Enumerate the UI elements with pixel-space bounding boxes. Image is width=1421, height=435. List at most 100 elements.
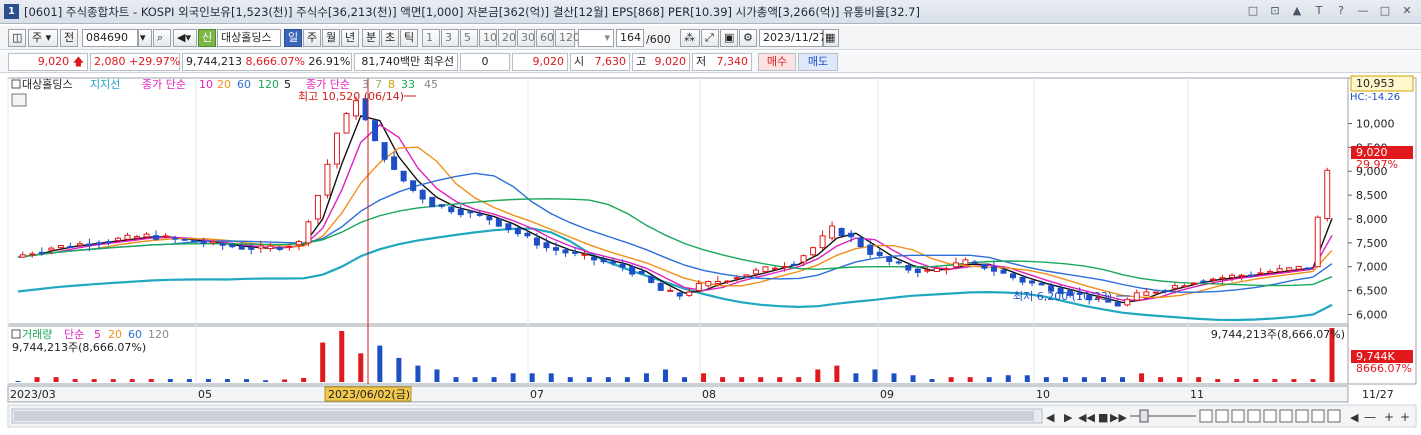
- hc-label: HC:-14.26: [1350, 92, 1400, 103]
- chart-area[interactable]: 10,0009,5009,0008,5008,0007,5007,0006,50…: [0, 74, 1421, 432]
- scroll-left-icon[interactable]: ◀: [1046, 411, 1055, 424]
- candle-body: [1133, 292, 1140, 301]
- code-input[interactable]: 084690: [82, 29, 138, 47]
- fast-forward-icon[interactable]: ▶▶: [1110, 411, 1127, 424]
- volume-bar: [586, 377, 592, 382]
- buy-button[interactable]: 매수: [758, 53, 796, 71]
- interval-custom-select[interactable]: ▾: [578, 29, 614, 47]
- maximize-icon[interactable]: □: [1377, 3, 1393, 19]
- interval-30[interactable]: 30: [517, 29, 535, 47]
- stop-icon[interactable]: ■: [1098, 411, 1108, 424]
- search-icon[interactable]: ⌕: [153, 29, 171, 47]
- period-type-select[interactable]: 주 ▾: [28, 29, 58, 47]
- interval-60[interactable]: 60: [536, 29, 554, 47]
- interval-1[interactable]: 1: [422, 29, 440, 47]
- period-year[interactable]: 년: [341, 29, 359, 47]
- table-icon[interactable]: [11, 93, 27, 107]
- view-tool-icon[interactable]: [1199, 409, 1213, 423]
- period-day[interactable]: 일: [284, 29, 302, 47]
- legend-stock: 대상홀딩스: [22, 78, 73, 91]
- interval-120[interactable]: 120: [555, 29, 580, 47]
- period-week[interactable]: 주: [303, 29, 321, 47]
- zoom-in-icon[interactable]: +: [1400, 410, 1410, 424]
- help-icon[interactable]: ?: [1333, 3, 1349, 19]
- volume-bar: [1081, 377, 1087, 382]
- volume-pane[interactable]: [7, 325, 1349, 385]
- settings-gear-icon[interactable]: ⚙: [739, 29, 757, 47]
- close-icon[interactable]: ✕: [1399, 3, 1415, 19]
- count-input[interactable]: 164: [616, 29, 644, 47]
- volume-ma20: 20: [108, 328, 122, 341]
- scope-button[interactable]: 전: [60, 29, 78, 47]
- view-tool-icon[interactable]: [1247, 409, 1261, 423]
- period-tick[interactable]: 틱: [400, 29, 418, 47]
- legend-ma-label: 종가 단순: [142, 78, 186, 91]
- low-annotation: 최저 6,200 (10/23): [1013, 290, 1112, 303]
- interval-3[interactable]: 3: [441, 29, 459, 47]
- scrollbar-thumb[interactable]: [14, 411, 1034, 421]
- stock-name-field: 대상홀딩스: [217, 29, 281, 47]
- view-tool-icon[interactable]: [1311, 409, 1325, 423]
- candle-body: [552, 247, 559, 251]
- code-dropdown-icon[interactable]: ▾: [138, 29, 152, 47]
- candle-body: [867, 244, 874, 255]
- view-tool-icon[interactable]: [1327, 409, 1341, 423]
- window-number: 1: [4, 4, 19, 19]
- minimize-icon[interactable]: —: [1355, 3, 1371, 19]
- zoom-out-icon[interactable]: —: [1364, 410, 1376, 424]
- scroll-right-icon[interactable]: ▶: [1064, 411, 1073, 424]
- volume-bar: [701, 373, 707, 382]
- volume-ma120: 120: [148, 328, 169, 341]
- legend-ma60: 60: [237, 78, 251, 91]
- candle-body: [1162, 290, 1169, 293]
- candle-body: [1038, 282, 1045, 286]
- zoom-slider-handle[interactable]: [1139, 409, 1149, 423]
- volume-bar: [148, 379, 154, 382]
- view-tool-icon[interactable]: [1279, 409, 1293, 423]
- turnover: 26.91%: [308, 55, 351, 68]
- sound-icon[interactable]: ◀▾: [173, 29, 197, 47]
- current-pct: 29.97%: [1356, 158, 1398, 171]
- date-input[interactable]: 2023/11/27: [759, 29, 826, 47]
- interval-10[interactable]: 10: [479, 29, 497, 47]
- layout-icon[interactable]: ◫: [8, 29, 26, 47]
- legend-checkbox-icon[interactable]: [11, 79, 21, 89]
- volume-bar: [1291, 379, 1297, 382]
- indicator-icon[interactable]: ⁂: [680, 29, 700, 47]
- share-icon[interactable]: ▲: [1289, 3, 1305, 19]
- sin-button[interactable]: 신: [198, 29, 216, 47]
- candle-body: [572, 251, 579, 254]
- view-tool-icon[interactable]: [1295, 409, 1309, 423]
- save-icon[interactable]: ▣: [720, 29, 738, 47]
- view-tool-icon[interactable]: [1263, 409, 1277, 423]
- view-tool-icon[interactable]: [1215, 409, 1229, 423]
- volume-checkbox-icon[interactable]: [11, 329, 21, 339]
- view-tool-icon[interactable]: [1231, 409, 1245, 423]
- period-month[interactable]: 월: [322, 29, 340, 47]
- candle-body: [591, 256, 598, 261]
- legend-envelope: 지지선: [90, 78, 120, 91]
- period-second[interactable]: 초: [381, 29, 399, 47]
- candle-body: [1276, 268, 1283, 272]
- font-icon[interactable]: T: [1311, 3, 1327, 19]
- interval-5[interactable]: 5: [460, 29, 478, 47]
- zoom-in-small-icon[interactable]: +: [1384, 410, 1394, 424]
- draw-icon[interactable]: ⤢: [701, 29, 719, 47]
- interval-20[interactable]: 20: [498, 29, 516, 47]
- volume-pct: 8666.07%: [1356, 362, 1412, 375]
- change-box: 2,080 +29.97%: [90, 53, 180, 71]
- calendar-icon[interactable]: ▦: [823, 29, 839, 47]
- period-minute[interactable]: 분: [362, 29, 380, 47]
- sell-button[interactable]: 매도: [798, 53, 838, 71]
- candle-body: [971, 261, 978, 264]
- restore-icon[interactable]: □: [1245, 3, 1261, 19]
- volume-bar: [1310, 379, 1316, 382]
- candle-body: [724, 280, 731, 283]
- price-chart[interactable]: 10,0009,5009,0008,5008,0007,5007,0006,50…: [0, 74, 1421, 432]
- candle-body: [48, 247, 55, 251]
- rewind-icon[interactable]: ◀◀: [1078, 411, 1095, 424]
- prev-icon[interactable]: ◀: [1350, 411, 1359, 424]
- link-icon[interactable]: ⊡: [1267, 3, 1283, 19]
- volume-bar: [1158, 377, 1164, 382]
- volume-bar: [777, 377, 783, 382]
